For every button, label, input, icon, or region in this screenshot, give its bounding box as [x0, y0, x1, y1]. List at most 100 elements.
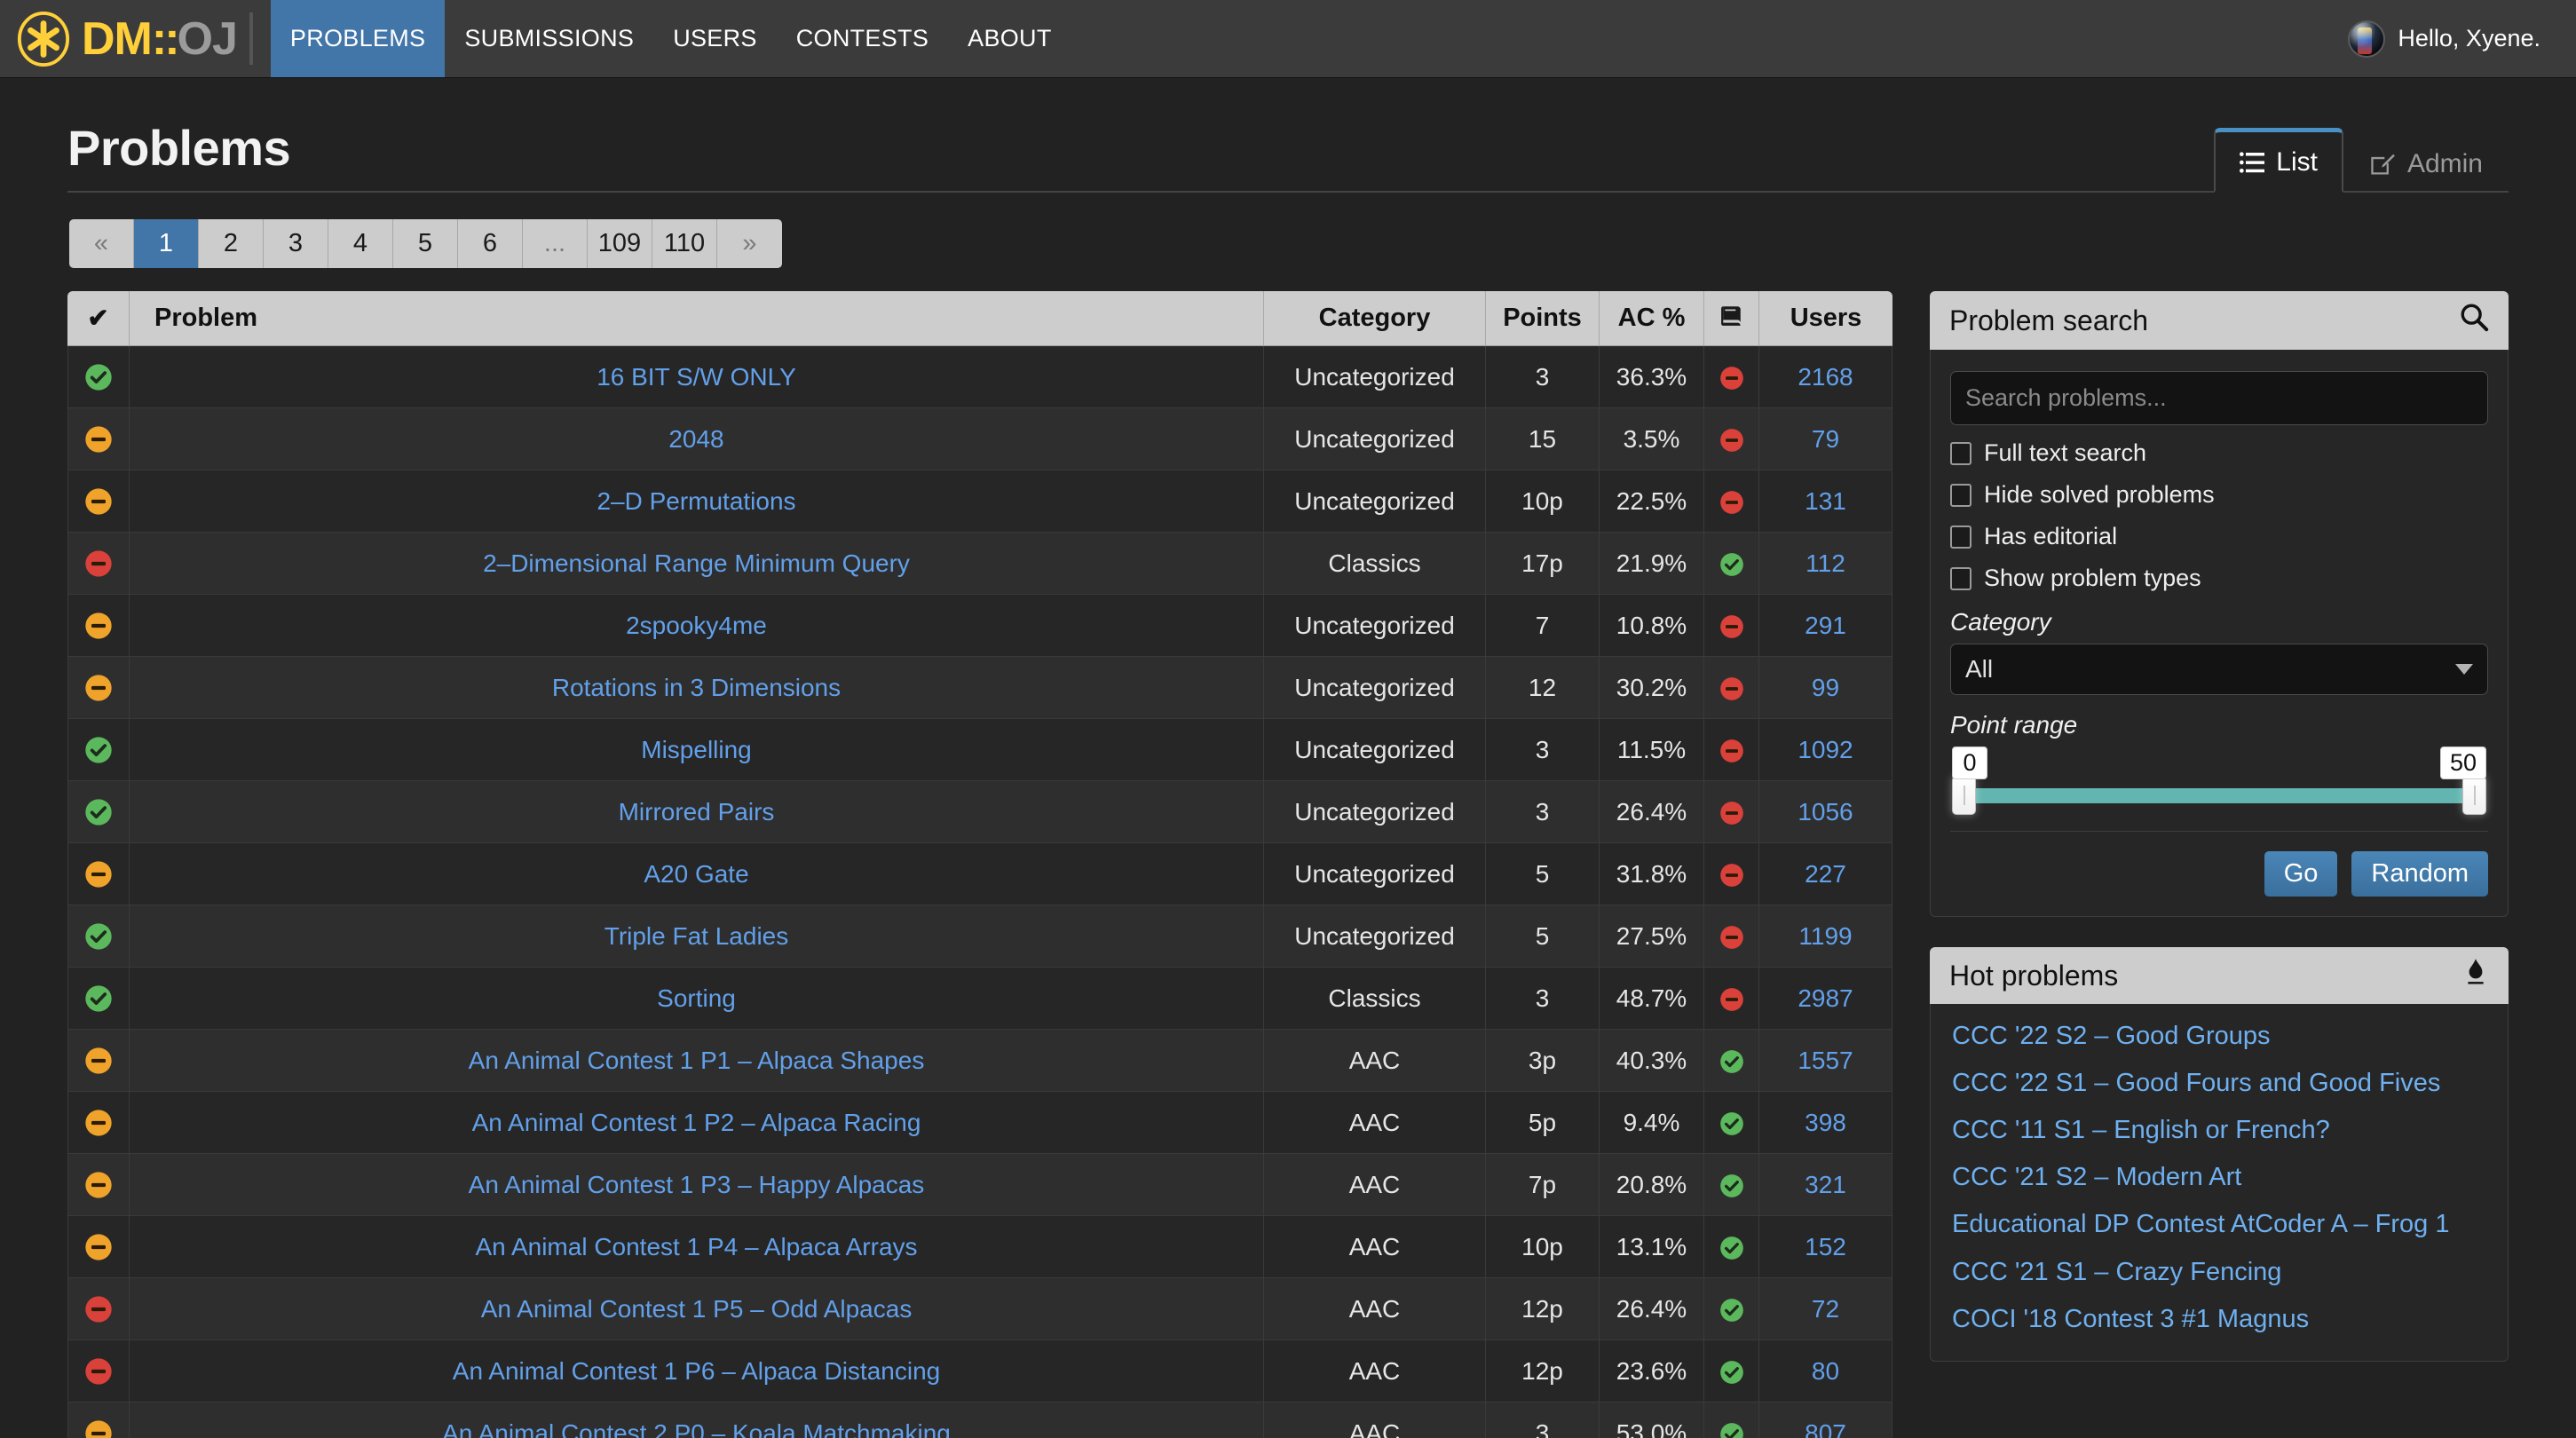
header-users[interactable]: Users: [1759, 291, 1892, 346]
problem-link[interactable]: Triple Fat Ladies: [604, 922, 789, 950]
problem-link[interactable]: 2–Dimensional Range Minimum Query: [483, 549, 910, 577]
problem-link[interactable]: An Animal Contest 1 P6 – Alpaca Distanci…: [453, 1357, 940, 1385]
checkbox-show-problem-types[interactable]: Show problem types: [1950, 565, 2488, 592]
cell-users: 1557: [1759, 1030, 1892, 1092]
checkbox-has-editorial[interactable]: Has editorial: [1950, 523, 2488, 550]
users-link[interactable]: 291: [1805, 612, 1846, 639]
cell-editorial: [1704, 470, 1759, 533]
cell-editorial: [1704, 1216, 1759, 1278]
slider-handle-min[interactable]: [1952, 776, 1976, 815]
header-problem[interactable]: Problem: [130, 291, 1264, 346]
search-icon[interactable]: [2459, 302, 2489, 339]
users-link[interactable]: 807: [1805, 1419, 1846, 1438]
users-link[interactable]: 2987: [1798, 984, 1853, 1012]
users-link[interactable]: 80: [1812, 1357, 1839, 1385]
page-link-3[interactable]: 3: [264, 219, 328, 268]
problem-link[interactable]: Rotations in 3 Dimensions: [552, 674, 841, 701]
users-link[interactable]: 112: [1806, 549, 1845, 577]
header-ac[interactable]: AC %: [1600, 291, 1704, 346]
main-content: ✔ Problem Category Points AC % Users 16 …: [67, 291, 2509, 1438]
hot-problems-header: Hot problems: [1930, 947, 2509, 1004]
problem-link[interactable]: An Animal Contest 1 P5 – Odd Alpacas: [481, 1295, 913, 1323]
status-unsolved-icon: [84, 1294, 113, 1323]
users-link[interactable]: 227: [1805, 860, 1846, 888]
go-button[interactable]: Go: [2264, 851, 2338, 897]
users-link[interactable]: 152: [1805, 1233, 1846, 1260]
problem-link[interactable]: An Animal Contest 1 P2 – Alpaca Racing: [472, 1109, 921, 1136]
cell-ac-percent: 22.5%: [1600, 470, 1704, 533]
cell-users: 152: [1759, 1216, 1892, 1278]
page-link-109[interactable]: 109: [588, 219, 652, 268]
problem-link[interactable]: 2–D Permutations: [597, 487, 795, 515]
category-select[interactable]: All: [1950, 644, 2488, 695]
random-button[interactable]: Random: [2351, 851, 2488, 897]
page-link-1[interactable]: 1: [134, 219, 199, 268]
tab-admin[interactable]: Admin: [2343, 132, 2509, 193]
cell-problem-name: An Animal Contest 1 P1 – Alpaca Shapes: [130, 1030, 1264, 1092]
point-range-slider[interactable]: 0 50: [1950, 747, 2488, 815]
problem-link[interactable]: 2048: [668, 425, 723, 453]
slider-fill: [1964, 787, 2474, 803]
problem-link[interactable]: An Animal Contest 1 P1 – Alpaca Shapes: [469, 1047, 925, 1074]
page-link-4[interactable]: 4: [328, 219, 393, 268]
search-input[interactable]: [1950, 371, 2488, 425]
users-link[interactable]: 1092: [1798, 736, 1853, 763]
page-link-2[interactable]: 2: [199, 219, 264, 268]
problem-link[interactable]: 16 BIT S/W ONLY: [597, 363, 796, 391]
hot-problem-link[interactable]: CCC '22 S1 – Good Fours and Good Fives: [1952, 1067, 2501, 1100]
problem-link[interactable]: 2spooky4me: [626, 612, 767, 639]
checkbox-hide-solved-problems[interactable]: Hide solved problems: [1950, 481, 2488, 509]
hot-problem-link[interactable]: CCC '21 S1 – Crazy Fencing: [1952, 1256, 2501, 1289]
users-link[interactable]: 1199: [1798, 922, 1852, 950]
hot-problem-link[interactable]: CCC '11 S1 – English or French?: [1952, 1114, 2501, 1147]
problem-link[interactable]: An Animal Contest 1 P4 – Alpaca Arrays: [475, 1233, 917, 1260]
users-link[interactable]: 398: [1805, 1109, 1846, 1136]
users-link[interactable]: 1056: [1798, 798, 1853, 826]
hot-problem-link[interactable]: Educational DP Contest AtCoder A – Frog …: [1952, 1208, 2501, 1241]
header-category[interactable]: Category: [1264, 291, 1486, 346]
cell-editorial: [1704, 719, 1759, 781]
cell-status: [67, 408, 130, 470]
users-link[interactable]: 1557: [1798, 1047, 1853, 1074]
cell-users: 398: [1759, 1092, 1892, 1154]
page-next[interactable]: »: [717, 219, 782, 268]
table-row: An Animal Contest 1 P4 – Alpaca Arrays AA…: [67, 1216, 1892, 1278]
tab-list[interactable]: List: [2214, 128, 2343, 193]
problem-link[interactable]: An Animal Contest 2 P0 – Koala Matchmaki…: [442, 1419, 951, 1438]
page-prev[interactable]: «: [69, 219, 134, 268]
user-menu[interactable]: Hello, Xyene.: [2348, 0, 2576, 77]
users-link[interactable]: 72: [1812, 1295, 1839, 1323]
users-link[interactable]: 99: [1812, 674, 1839, 701]
header-points[interactable]: Points: [1486, 291, 1600, 346]
users-link[interactable]: 2168: [1798, 363, 1853, 391]
nav-item-problems[interactable]: PROBLEMS: [270, 0, 446, 77]
users-link[interactable]: 321: [1805, 1171, 1846, 1198]
hot-problem-link[interactable]: CCC '21 S2 – Modern Art: [1952, 1161, 2501, 1194]
nav-item-users[interactable]: USERS: [653, 0, 777, 77]
hot-problem-link[interactable]: CCC '22 S2 – Good Groups: [1952, 1020, 2501, 1053]
cell-ac-percent: 30.2%: [1600, 657, 1704, 719]
page-link-5[interactable]: 5: [393, 219, 458, 268]
cell-problem-name: 16 BIT S/W ONLY: [130, 346, 1264, 408]
page-link-6[interactable]: 6: [458, 219, 523, 268]
users-link[interactable]: 131: [1805, 487, 1846, 515]
checkbox-full-text-search[interactable]: Full text search: [1950, 439, 2488, 467]
slider-handle-max[interactable]: [2462, 776, 2486, 815]
problem-link[interactable]: A20 Gate: [644, 860, 748, 888]
users-link[interactable]: 79: [1812, 425, 1839, 453]
nav-item-about[interactable]: ABOUT: [948, 0, 1071, 77]
page-link-110[interactable]: 110: [652, 219, 717, 268]
problem-link[interactable]: Mirrored Pairs: [619, 798, 775, 826]
problem-link[interactable]: An Animal Contest 1 P3 – Happy Alpacas: [469, 1171, 925, 1198]
editorial-unavailable-icon: [1719, 860, 1744, 888]
nav-item-submissions[interactable]: SUBMISSIONS: [445, 0, 653, 77]
problem-link[interactable]: Mispelling: [641, 736, 752, 763]
header-editorial[interactable]: [1704, 291, 1759, 346]
nav-item-contests[interactable]: CONTESTS: [777, 0, 948, 77]
header-status[interactable]: ✔: [67, 291, 130, 346]
cell-ac-percent: 20.8%: [1600, 1154, 1704, 1216]
cell-status: [67, 595, 130, 657]
hot-problem-link[interactable]: COCI '18 Contest 3 #1 Magnus: [1952, 1303, 2501, 1336]
problem-link[interactable]: Sorting: [657, 984, 736, 1012]
site-brand[interactable]: DM::OJ: [0, 0, 238, 77]
